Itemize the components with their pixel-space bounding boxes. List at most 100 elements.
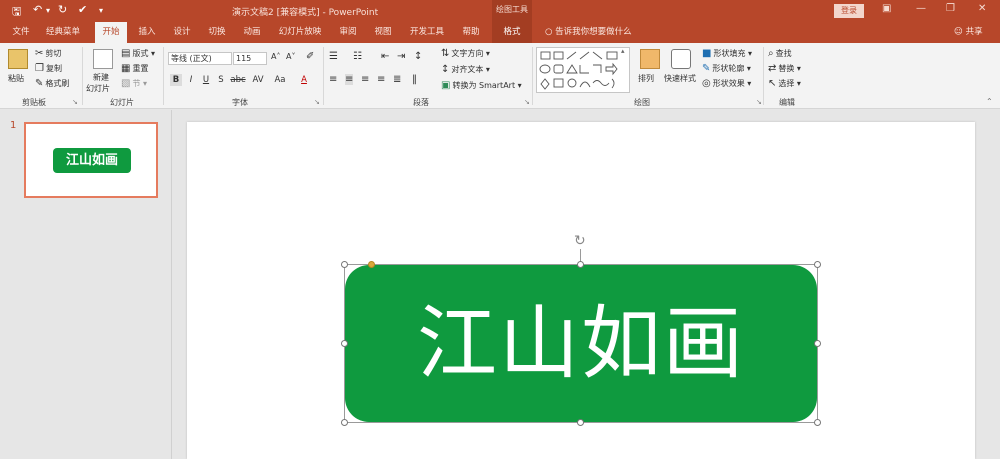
new-slide-button[interactable]: 新建 xyxy=(93,72,109,83)
numbering-icon[interactable]: ☷ xyxy=(353,51,362,62)
tab-classic-menu[interactable]: 经典菜单 xyxy=(40,22,86,43)
text-direction-button[interactable]: ⇅ 文字方向 ▾ xyxy=(441,48,490,59)
dialog-launcher-icon[interactable]: ↘ xyxy=(72,98,78,106)
dialog-launcher-icon[interactable]: ↘ xyxy=(756,98,762,106)
quick-styles-icon[interactable] xyxy=(671,49,691,69)
align-right-icon[interactable]: ≡ xyxy=(361,74,369,85)
dialog-launcher-icon[interactable]: ↘ xyxy=(524,98,530,106)
resize-handle-bottom[interactable] xyxy=(577,419,584,426)
replace-icon: ⇄ xyxy=(768,63,777,74)
grow-font-icon[interactable]: A˄ xyxy=(271,52,280,61)
shape-effects-button[interactable]: ◎ 形状效果 ▾ xyxy=(702,78,751,89)
clear-format-icon[interactable]: ✐ xyxy=(306,51,314,62)
tab-animations[interactable]: 动画 xyxy=(237,22,267,43)
corner-radius-handle[interactable] xyxy=(368,261,375,268)
copy-button[interactable]: ❐ 复制 xyxy=(35,63,62,74)
line-spacing-icon[interactable]: ↕ xyxy=(414,51,422,62)
font-color-button[interactable]: A xyxy=(298,74,310,86)
redo-icon[interactable]: ↻ xyxy=(58,3,67,16)
undo-icon[interactable]: ↶ xyxy=(33,3,42,16)
tab-transitions[interactable]: 切换 xyxy=(202,22,232,43)
tell-me-box[interactable]: ○ 告诉我你想要做什么 xyxy=(545,22,632,43)
shape-effects-label: 形状效果 xyxy=(712,79,745,88)
tab-design[interactable]: 设计 xyxy=(167,22,197,43)
quick-styles-button[interactable]: 快速样式 xyxy=(664,73,696,84)
resize-handle-bottom-right[interactable] xyxy=(814,419,821,426)
char-spacing-button[interactable]: AV xyxy=(249,74,267,86)
login-button[interactable]: 登录 xyxy=(834,4,864,18)
collapse-ribbon-icon[interactable]: ⌃ xyxy=(986,97,993,106)
justify-icon[interactable]: ≡ xyxy=(377,74,385,85)
shape-outline-button[interactable]: ✎ 形状轮廓 ▾ xyxy=(702,63,751,74)
shape-outline-label: 形状轮廓 xyxy=(712,64,745,73)
align-text-button[interactable]: ↕ 对齐文本 ▾ xyxy=(441,64,490,75)
restore-icon[interactable]: ❐ xyxy=(946,3,955,14)
tab-view[interactable]: 视图 xyxy=(368,22,398,43)
columns-icon[interactable]: ‖ xyxy=(412,74,417,85)
close-icon[interactable]: ✕ xyxy=(978,3,986,14)
change-case-button[interactable]: Aa xyxy=(271,74,289,86)
align-left-icon[interactable]: ≡ xyxy=(329,74,337,85)
shadow-button[interactable]: S xyxy=(215,74,227,86)
save-icon[interactable]: 🖫 xyxy=(12,3,21,22)
customize-qat-icon[interactable]: ▾ xyxy=(99,6,103,15)
shapes-gallery[interactable] xyxy=(536,47,630,93)
font-size-combo[interactable]: 115 xyxy=(233,52,267,65)
slide-thumbnail[interactable]: 江山如画 xyxy=(24,122,158,198)
tab-insert[interactable]: 插入 xyxy=(132,22,162,43)
replace-button[interactable]: ⇄ 替换 ▾ xyxy=(768,63,801,74)
new-slide-icon[interactable] xyxy=(93,49,113,69)
arrange-button[interactable]: 排列 xyxy=(638,73,654,84)
tab-slideshow[interactable]: 幻灯片放映 xyxy=(272,22,328,43)
bold-button[interactable]: B xyxy=(170,74,182,86)
resize-handle-top-right[interactable] xyxy=(814,261,821,268)
smartart-button[interactable]: ▣ 转换为 SmartArt ▾ xyxy=(441,80,522,91)
spellcheck-icon[interactable]: ✔ xyxy=(78,3,87,16)
find-button[interactable]: ⌕ 查找 xyxy=(768,48,792,59)
context-tools-label: 绘图工具 xyxy=(492,0,532,22)
tab-format[interactable]: 格式 xyxy=(492,22,532,43)
format-painter-button[interactable]: ✎ 格式刷 xyxy=(35,78,69,89)
italic-button[interactable]: I xyxy=(185,74,197,86)
rotate-handle-icon[interactable]: ↻ xyxy=(574,233,586,249)
resize-handle-right[interactable] xyxy=(814,340,821,347)
minimize-icon[interactable]: — xyxy=(916,3,926,14)
tab-review[interactable]: 审阅 xyxy=(333,22,363,43)
increase-indent-icon[interactable]: ⇥ xyxy=(397,51,405,62)
underline-button[interactable]: U xyxy=(200,74,212,86)
select-button[interactable]: ↖ 选择 ▾ xyxy=(768,78,801,89)
thumbnail-shape: 江山如画 xyxy=(53,148,131,173)
font-name-combo[interactable]: 等线 (正文) xyxy=(168,52,232,65)
new-slide-label[interactable]: 幻灯片 xyxy=(86,83,110,94)
resize-handle-top-left[interactable] xyxy=(341,261,348,268)
resize-handle-left[interactable] xyxy=(341,340,348,347)
shrink-font-icon[interactable]: A˅ xyxy=(286,52,295,61)
shape-fill-button[interactable]: ■ 形状填充 ▾ xyxy=(702,48,752,59)
ribbon-display-icon[interactable]: ▣ xyxy=(882,3,891,14)
tab-help[interactable]: 帮助 xyxy=(456,22,486,43)
strikethrough-button[interactable]: abc xyxy=(230,74,246,86)
align-center-icon[interactable]: ≡ xyxy=(345,74,354,85)
resize-handle-bottom-left[interactable] xyxy=(341,419,348,426)
distributed-icon[interactable]: ≣ xyxy=(393,74,401,85)
paste-icon[interactable] xyxy=(8,49,28,69)
shapes-gallery-icons xyxy=(539,51,618,90)
font-name-value: 等线 (正文) xyxy=(171,54,212,63)
layout-button[interactable]: ▤ 版式 ▾ xyxy=(121,48,155,59)
tab-home[interactable]: 开始 xyxy=(95,22,127,43)
tab-developer[interactable]: 开发工具 xyxy=(404,22,450,43)
paste-button[interactable]: 粘贴 xyxy=(8,73,24,84)
cut-button[interactable]: ✂ 剪切 xyxy=(35,48,61,59)
cut-label: 剪切 xyxy=(45,49,62,58)
section-button[interactable]: ▧ 节 ▾ xyxy=(121,78,147,89)
arrange-icon[interactable] xyxy=(640,49,660,69)
decrease-indent-icon[interactable]: ⇤ xyxy=(381,51,389,62)
share-button[interactable]: ☺ 共享 xyxy=(954,22,983,43)
reset-button[interactable]: ▦ 重置 xyxy=(121,63,148,74)
resize-handle-top[interactable] xyxy=(577,261,584,268)
gallery-scroll-icon[interactable]: ▴ xyxy=(621,47,625,55)
tab-file[interactable]: 文件 xyxy=(4,22,38,43)
bullets-icon[interactable]: ☰ xyxy=(329,51,338,62)
undo-dropdown-icon[interactable]: ▾ xyxy=(46,6,50,15)
dialog-launcher-icon[interactable]: ↘ xyxy=(314,98,320,106)
